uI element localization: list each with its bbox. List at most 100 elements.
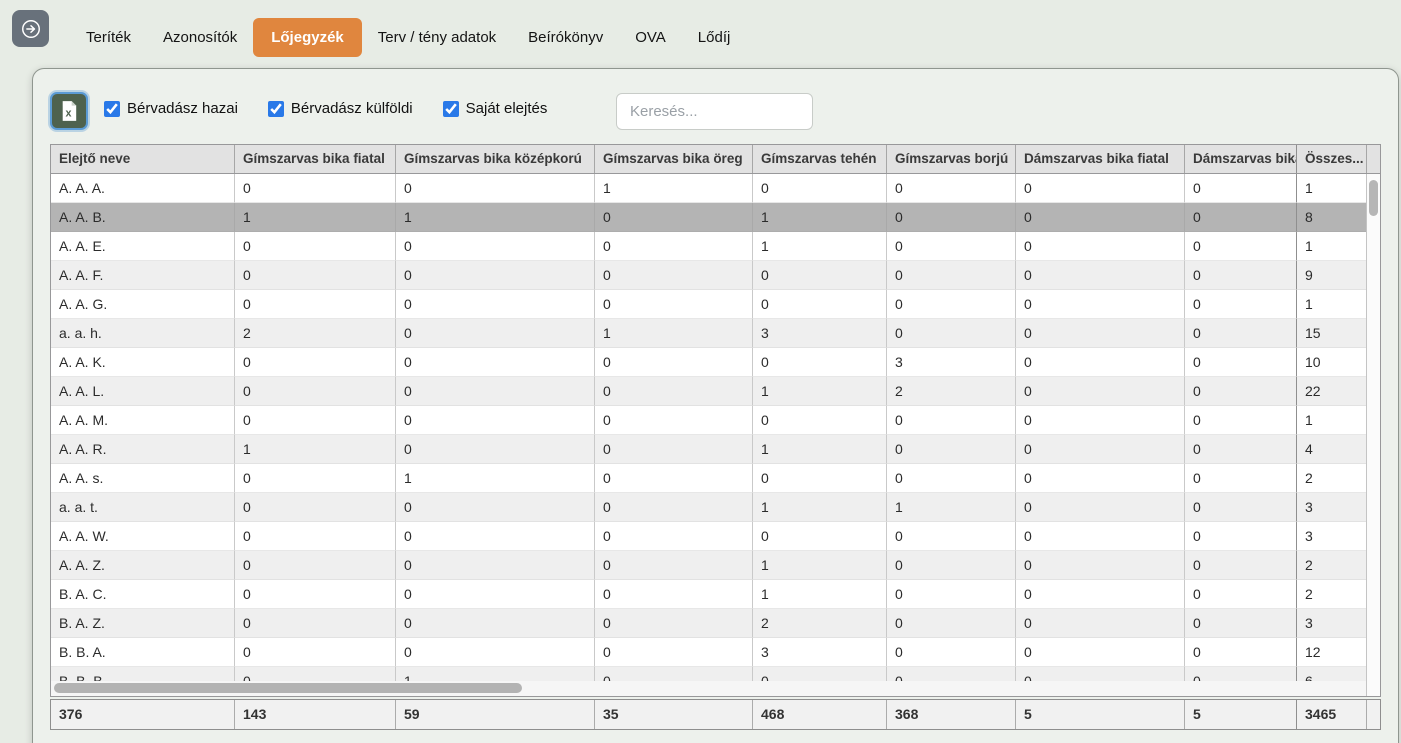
- excel-export-button[interactable]: x: [50, 92, 88, 130]
- horizontal-scrollbar-thumb[interactable]: [54, 683, 522, 693]
- cell-value: 0: [235, 348, 396, 377]
- table-row[interactable]: A. A. s.01000002: [51, 464, 1380, 493]
- cell-value: 0: [887, 580, 1016, 609]
- table-row[interactable]: A. A. B.11010008: [51, 203, 1380, 232]
- column-header[interactable]: Gímszarvas bika fiatal: [235, 145, 396, 173]
- cell-value: 0: [595, 464, 753, 493]
- table-row[interactable]: B. B. A.000300012: [51, 638, 1380, 667]
- checkbox-input[interactable]: [443, 101, 459, 117]
- cell-value: 0: [1185, 174, 1297, 203]
- cell-value: 0: [887, 232, 1016, 261]
- tab-l-jegyz-k[interactable]: Lőjegyzék: [253, 18, 362, 57]
- cell-value: 0: [753, 174, 887, 203]
- cell-shooter-name: B. A. C.: [51, 580, 235, 609]
- cell-value: 1: [235, 203, 396, 232]
- cell-value: 0: [753, 261, 887, 290]
- tab-be-r-k-nyv[interactable]: Beírókönyv: [512, 19, 619, 56]
- cell-row-total: 1: [1297, 406, 1367, 435]
- column-header[interactable]: Dámszarvas bika fiatal: [1016, 145, 1185, 173]
- column-header[interactable]: Összes...: [1297, 145, 1367, 173]
- cell-value: 0: [753, 348, 887, 377]
- cell-value: 3: [753, 638, 887, 667]
- column-header[interactable]: Gímszarvas bika középkorú: [396, 145, 595, 173]
- column-header[interactable]: Gímszarvas tehén: [753, 145, 887, 173]
- table-row[interactable]: A. A. M.00000001: [51, 406, 1380, 435]
- cell-value: 0: [595, 261, 753, 290]
- horizontal-scrollbar[interactable]: [51, 681, 1366, 696]
- table-header-row: Elejtő neveGímszarvas bika fiatalGímszar…: [50, 144, 1381, 174]
- cell-row-total: 1: [1297, 174, 1367, 203]
- cell-shooter-name: a. a. h.: [51, 319, 235, 348]
- column-header[interactable]: Gímszarvas borjú: [887, 145, 1016, 173]
- table-row[interactable]: a. a. t.00011003: [51, 493, 1380, 522]
- column-total: 468: [753, 700, 887, 729]
- tab-terv-t-ny-adatok[interactable]: Terv / tény adatok: [362, 19, 512, 56]
- table-row[interactable]: A. A. L.000120022: [51, 377, 1380, 406]
- cell-value: 1: [753, 377, 887, 406]
- table-row[interactable]: B. A. C.00010002: [51, 580, 1380, 609]
- cell-value: 0: [1185, 406, 1297, 435]
- cell-value: 2: [887, 377, 1016, 406]
- cell-value: 0: [887, 435, 1016, 464]
- cell-value: 0: [887, 464, 1016, 493]
- cell-value: 0: [396, 609, 595, 638]
- cell-value: 0: [753, 522, 887, 551]
- cell-value: 0: [595, 406, 753, 435]
- arrow-right-circle-icon: [20, 18, 42, 40]
- table-row[interactable]: A. A. A.00100001: [51, 174, 1380, 203]
- cell-value: 1: [753, 551, 887, 580]
- cell-value: 0: [1016, 435, 1185, 464]
- sidebar-toggle-button[interactable]: [12, 10, 49, 47]
- checkbox-input[interactable]: [268, 101, 284, 117]
- cell-row-total: 9: [1297, 261, 1367, 290]
- cell-value: 0: [595, 348, 753, 377]
- checkbox-b-rvad-sz-k-lf-ldi[interactable]: Bérvadász külföldi: [268, 100, 413, 117]
- cell-row-total: 2: [1297, 551, 1367, 580]
- cell-value: 0: [595, 638, 753, 667]
- column-total: 35: [595, 700, 753, 729]
- cell-row-total: 22: [1297, 377, 1367, 406]
- column-header[interactable]: Elejtő neve: [51, 145, 235, 173]
- table-row[interactable]: A. A. G.00000001: [51, 290, 1380, 319]
- tab-ter-t-k[interactable]: Teríték: [70, 19, 147, 56]
- cell-value: 0: [595, 203, 753, 232]
- table-row[interactable]: A. A. Z.00010002: [51, 551, 1380, 580]
- column-total: 59: [396, 700, 595, 729]
- cell-row-total: 1: [1297, 232, 1367, 261]
- cell-shooter-name: A. A. s.: [51, 464, 235, 493]
- cell-value: 0: [396, 522, 595, 551]
- vertical-scrollbar[interactable]: [1366, 174, 1380, 696]
- cell-value: 0: [235, 232, 396, 261]
- checkbox-label: Bérvadász külföldi: [291, 100, 413, 117]
- cell-value: 0: [235, 377, 396, 406]
- table-row[interactable]: a. a. h.201300015: [51, 319, 1380, 348]
- checkbox-b-rvad-sz-hazai[interactable]: Bérvadász hazai: [104, 100, 238, 117]
- table-row[interactable]: B. A. Z.00020003: [51, 609, 1380, 638]
- table-row[interactable]: A. A. E.00010001: [51, 232, 1380, 261]
- cell-row-total: 10: [1297, 348, 1367, 377]
- cell-value: 0: [396, 435, 595, 464]
- footer-scrollbar-filler: [1367, 700, 1380, 729]
- column-total: 143: [235, 700, 396, 729]
- checkbox-input[interactable]: [104, 101, 120, 117]
- tab-azonos-t-k[interactable]: Azonosítók: [147, 19, 253, 56]
- column-header[interactable]: Gímszarvas bika öreg: [595, 145, 753, 173]
- table-row[interactable]: A. A. F.00000009: [51, 261, 1380, 290]
- cell-value: 0: [235, 261, 396, 290]
- cell-value: 0: [235, 551, 396, 580]
- table-row[interactable]: A. A. K.000030010: [51, 348, 1380, 377]
- cell-value: 1: [753, 203, 887, 232]
- search-input[interactable]: [616, 93, 813, 130]
- vertical-scrollbar-thumb[interactable]: [1369, 180, 1378, 216]
- table-row[interactable]: A. A. W.00000003: [51, 522, 1380, 551]
- checkbox-saj-t-elejt-s[interactable]: Saját elejtés: [443, 100, 548, 117]
- table-row[interactable]: A. A. R.10010004: [51, 435, 1380, 464]
- cell-value: 0: [1016, 609, 1185, 638]
- cell-value: 0: [235, 406, 396, 435]
- column-header[interactable]: Dámszarvas bika középkorú: [1185, 145, 1297, 173]
- tab-ova[interactable]: OVA: [619, 19, 682, 56]
- tab-l-d-j[interactable]: Lődíj: [682, 19, 747, 56]
- cell-value: 0: [595, 493, 753, 522]
- cell-value: 0: [753, 464, 887, 493]
- cell-value: 1: [887, 493, 1016, 522]
